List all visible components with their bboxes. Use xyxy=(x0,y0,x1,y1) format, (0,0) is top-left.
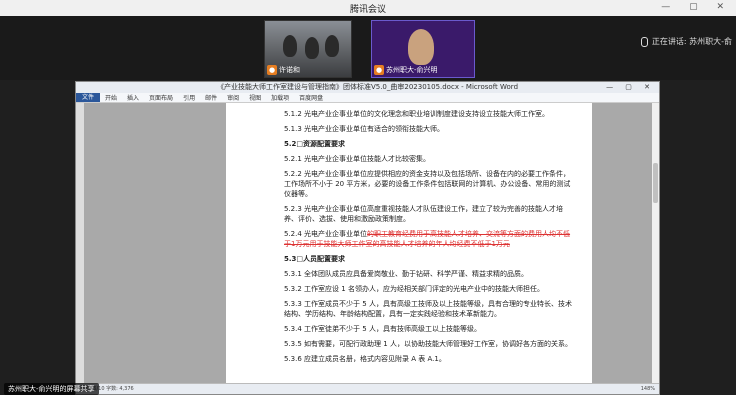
participant-figure xyxy=(283,35,297,57)
section-heading[interactable]: 5.3□人员配置要求 xyxy=(284,254,574,264)
document-page[interactable]: 5.1.2 光电产业企事业单位的文化理念和职业培训制度建设支持设立技能大师工作室… xyxy=(226,103,592,383)
tab-home[interactable]: 开始 xyxy=(100,93,122,102)
tab-file[interactable]: 文件 xyxy=(76,93,101,102)
meeting-title: 腾讯会议 xyxy=(349,5,386,15)
user-icon: ● xyxy=(374,65,384,75)
tab-insert[interactable]: 插入 xyxy=(122,93,144,102)
participant-figure xyxy=(408,29,434,65)
video-tile-1[interactable]: ● 许诺和 xyxy=(264,20,352,78)
paragraph[interactable]: 5.3.5 如有需要，可配行政助理 1 人，以协助技能大师管理好工作室，协调好各… xyxy=(284,339,574,349)
paragraph-prefix: 5.2.4 光电产业企事业单位 xyxy=(284,230,368,238)
window-controls[interactable]: — ▢ ✕ xyxy=(661,2,732,12)
tab-mailings[interactable]: 邮件 xyxy=(200,93,222,102)
paragraph-tracked[interactable]: 5.2.4 光电产业企事业单位的职工教育经费用于高技能人才培养、交流等方面的费用… xyxy=(284,229,574,249)
paragraph[interactable]: 5.3.4 工作室徒弟不少于 5 人，具有技师高级工以上技能等级。 xyxy=(284,324,574,334)
paragraph[interactable]: 5.3.3 工作室成员不少于 5 人，具有高级工技师及以上技能等级，具有合理的专… xyxy=(284,299,574,319)
paragraph[interactable]: 5.1.2 光电产业企事业单位的文化理念和职业培训制度建设支持设立技能大师工作室… xyxy=(284,109,574,119)
share-label: 苏州职大-俞兴明的屏幕共享 xyxy=(8,385,95,393)
tab-addins[interactable]: 加载项 xyxy=(266,93,294,102)
ribbon-tabs: 文件 开始 插入 页面布局 引用 邮件 审阅 视图 加载项 百度网盘 xyxy=(76,93,659,103)
tab-layout[interactable]: 页面布局 xyxy=(144,93,178,102)
zoom-level[interactable]: 148% xyxy=(641,384,655,394)
speaking-text: 正在讲话: 苏州职大-俞 xyxy=(651,37,732,46)
paragraph[interactable]: 5.3.1 全体团队成员应具备爱岗敬业、勤于钻研、科学严谨、精益求精的品质。 xyxy=(284,269,574,279)
video-tile-2[interactable]: ● 苏州职大-俞兴明 xyxy=(371,20,475,78)
participant-name: 许诺和 xyxy=(279,66,300,74)
document-body[interactable]: 5.1.2 光电产业企事业单位的文化理念和职业培训制度建设支持设立技能大师工作室… xyxy=(284,109,574,369)
paragraph[interactable]: 5.2.1 光电产业企事业单位技能人才比较密集。 xyxy=(284,154,574,164)
vertical-scrollbar[interactable] xyxy=(652,103,659,383)
word-title: 《产业技能大师工作室建设与管理指南》团体标准V5.0_曲审20230105.do… xyxy=(216,83,519,91)
speaking-indicator: 正在讲话: 苏州职大-俞 xyxy=(640,36,732,47)
section-heading[interactable]: 5.2□资源配置要求 xyxy=(284,139,574,149)
paragraph[interactable]: 5.2.2 光电产业企事业单位应提供相应的资金支持以及包括场所、设备在内的必要工… xyxy=(284,169,574,199)
microphone-icon xyxy=(640,36,648,47)
screen-share-badge: 苏州职大-俞兴明的屏幕共享 xyxy=(4,383,99,395)
participant-name: 苏州职大-俞兴明 xyxy=(386,66,438,74)
user-icon: ● xyxy=(267,65,277,75)
paragraph[interactable]: 5.3.6 应建立成员名册，格式内容见附录 A 表 A.1。 xyxy=(284,354,574,364)
paragraph[interactable]: 5.2.3 光电产业企事业单位高度重视技能人才队伍建设工作，建立了较为完善的技能… xyxy=(284,204,574,224)
word-titlebar: 《产业技能大师工作室建设与管理指南》团体标准V5.0_曲审20230105.do… xyxy=(76,82,659,93)
status-bar: 页面: 6/10 字数: 4,376 148% xyxy=(76,383,659,394)
document-area: 5.1.2 光电产业企事业单位的文化理念和职业培训制度建设支持设立技能大师工作室… xyxy=(76,103,659,383)
word-window: 《产业技能大师工作室建设与管理指南》团体标准V5.0_曲审20230105.do… xyxy=(75,81,660,395)
tab-view[interactable]: 视图 xyxy=(244,93,266,102)
paragraph[interactable]: 5.3.2 工作室应设 1 名领办人，应为经相关部门评定的光电产业中的技能大师担… xyxy=(284,284,574,294)
vertical-ruler xyxy=(76,103,84,383)
participant-figure xyxy=(325,35,339,57)
tab-baidu[interactable]: 百度网盘 xyxy=(294,93,328,102)
meeting-titlebar: 腾讯会议 — ▢ ✕ xyxy=(0,0,736,16)
tab-references[interactable]: 引用 xyxy=(178,93,200,102)
tab-review[interactable]: 审阅 xyxy=(222,93,244,102)
participant-figure xyxy=(305,37,319,59)
paragraph[interactable]: 5.1.3 光电产业企事业单位有适合的领衔技能大师。 xyxy=(284,124,574,134)
word-window-controls[interactable]: — ▢ ✕ xyxy=(606,82,655,93)
scroll-thumb[interactable] xyxy=(653,163,658,203)
video-strip: ● 许诺和 ● 苏州职大-俞兴明 正在讲话: 苏州职大-俞 xyxy=(0,16,736,80)
